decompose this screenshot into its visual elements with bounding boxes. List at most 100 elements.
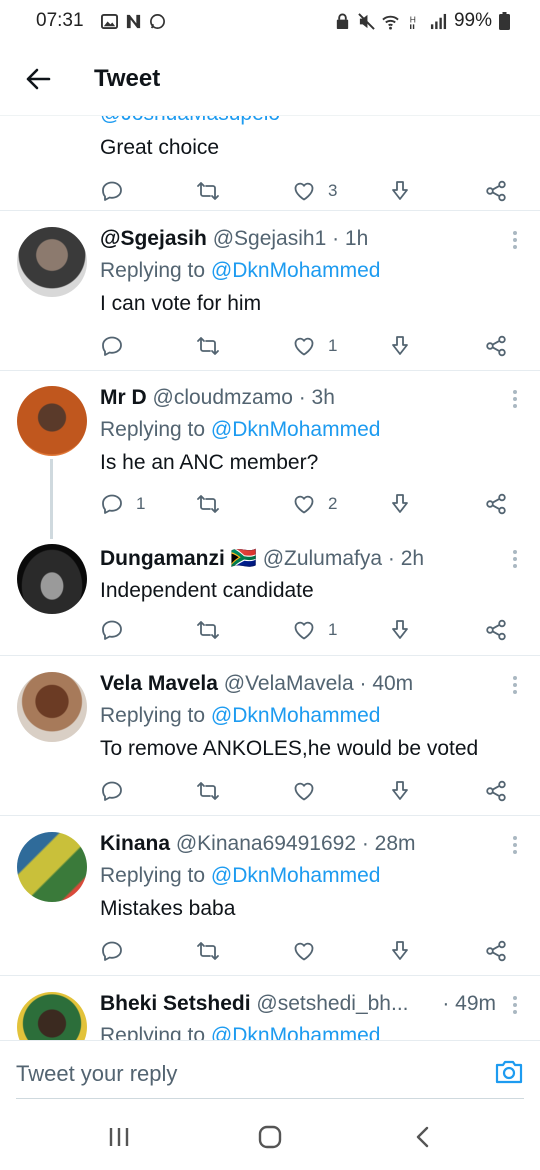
downvote-button[interactable]	[388, 489, 412, 519]
tweet-actions	[100, 936, 520, 966]
replying-to: Replying to @DknMohammed	[100, 864, 381, 887]
more-options-icon[interactable]	[512, 676, 518, 696]
signal-icon	[430, 13, 447, 29]
tweet-reply[interactable]: Vela Mavela @VelaMavela · 40m Replying t…	[0, 656, 540, 816]
h-plus-icon: H	[410, 14, 416, 29]
downvote-button[interactable]	[388, 331, 412, 361]
more-options-icon[interactable]	[512, 836, 518, 856]
page-title: Tweet	[94, 64, 161, 92]
like-button[interactable]: 3	[292, 176, 337, 206]
nav-back-button[interactable]	[410, 1124, 434, 1150]
retweet-icon	[197, 182, 219, 200]
tweet-author[interactable]: Dungamanzi 🇿🇦 @Zulumafya · 2h	[100, 547, 490, 571]
like-button[interactable]: 2	[292, 489, 337, 519]
mention-link[interactable]: @DknMohammed	[211, 704, 381, 727]
downvote-button[interactable]	[388, 936, 412, 966]
downvote-button[interactable]	[388, 176, 412, 206]
reply-button[interactable]	[100, 615, 136, 645]
avatar[interactable]	[17, 992, 87, 1040]
heart-icon	[294, 337, 314, 356]
avatar[interactable]	[17, 227, 87, 297]
retweet-button[interactable]	[196, 776, 220, 806]
camera-button[interactable]	[494, 1059, 524, 1090]
share-button[interactable]	[484, 776, 508, 806]
mention-link[interactable]: @DknMohammed	[211, 418, 381, 441]
share-icon	[486, 780, 506, 802]
downvote-button[interactable]	[388, 776, 412, 806]
tweet-reply[interactable]: Kinana @Kinana69491692 · 28m Replying to…	[0, 816, 540, 976]
share-button[interactable]	[484, 936, 508, 966]
reply-count: 1	[136, 494, 146, 513]
reply-icon	[102, 781, 122, 801]
downvote-button[interactable]	[388, 615, 412, 645]
mention-link[interactable]: @DknMohammed	[211, 259, 381, 282]
more-options-icon[interactable]	[512, 996, 518, 1016]
arrow-left-icon	[26, 68, 51, 89]
gallery-icon	[100, 13, 118, 29]
replying-to: Replying to @DknMohammed	[100, 418, 381, 441]
tweet-author[interactable]: Vela Mavela @VelaMavela · 40m	[100, 672, 490, 696]
arrow-down-icon	[392, 620, 408, 639]
tweet-reply[interactable]: @Sgejasih @Sgejasih1 · 1h Replying to @D…	[0, 211, 540, 371]
more-options-icon[interactable]	[512, 231, 518, 251]
share-icon	[486, 335, 506, 357]
like-button[interactable]	[292, 776, 328, 806]
reply-icon	[102, 620, 122, 640]
tweet-author[interactable]: Mr D @cloudmzamo · 3h	[100, 386, 490, 410]
share-icon	[486, 940, 506, 962]
retweet-button[interactable]	[196, 489, 220, 519]
retweet-button[interactable]	[196, 331, 220, 361]
share-button[interactable]	[484, 615, 508, 645]
whatsapp-icon	[149, 13, 165, 29]
mute-icon	[358, 12, 375, 30]
system-nav-bar	[0, 1104, 540, 1170]
share-button[interactable]	[484, 489, 508, 519]
avatar[interactable]	[17, 544, 87, 614]
home-button[interactable]	[257, 1124, 283, 1150]
reply-icon	[102, 336, 122, 356]
tweet-time: · 49m	[442, 992, 496, 1015]
share-button[interactable]	[484, 176, 508, 206]
share-button[interactable]	[484, 331, 508, 361]
mention-link[interactable]: @DknMohammed	[211, 864, 381, 887]
top-app-bar: Tweet	[0, 42, 540, 116]
like-count: 2	[328, 494, 338, 513]
more-options-icon[interactable]	[512, 390, 518, 410]
camera-icon	[495, 1060, 523, 1084]
tweet-reply[interactable]: Bheki Setshedi @setshedi_bh... · 49m Rep…	[0, 976, 540, 1040]
recents-button[interactable]	[106, 1124, 132, 1150]
reply-button[interactable]: 1	[100, 489, 145, 519]
tweet-text: Independent candidate	[100, 579, 314, 602]
like-button[interactable]	[292, 936, 328, 966]
reply-composer[interactable]: Tweet your reply	[0, 1040, 540, 1098]
clipped-handle[interactable]: @JoshuaMasupelo	[100, 116, 280, 126]
mention-link[interactable]: @DknMohammed	[211, 1024, 381, 1040]
thread-connector	[50, 459, 53, 539]
composer-divider	[16, 1098, 524, 1099]
tweet-author[interactable]: @Sgejasih @Sgejasih1 · 1h	[100, 227, 490, 251]
retweet-button[interactable]	[196, 615, 220, 645]
tweet-author[interactable]: Bheki Setshedi @setshedi_bh...	[100, 992, 440, 1016]
like-button[interactable]: 1	[292, 331, 337, 361]
tweet-reply[interactable]: Mr D @cloudmzamo · 3h Replying to @DknMo…	[0, 371, 540, 539]
like-button[interactable]: 1	[292, 615, 337, 645]
avatar[interactable]	[17, 832, 87, 902]
retweet-button[interactable]	[196, 936, 220, 966]
more-options-icon[interactable]	[512, 550, 518, 570]
avatar[interactable]	[17, 672, 87, 742]
retweet-button[interactable]	[196, 176, 220, 206]
back-button[interactable]	[0, 42, 76, 116]
retweet-icon	[197, 495, 219, 513]
reply-button[interactable]	[100, 331, 136, 361]
reply-input[interactable]: Tweet your reply	[16, 1061, 177, 1087]
avatar[interactable]	[17, 386, 87, 456]
replies-feed[interactable]: @JoshuaMasupelo Great choice 3 @Sgejasih…	[0, 116, 540, 1040]
retweet-icon	[197, 942, 219, 960]
reply-button[interactable]	[100, 776, 136, 806]
tweet-clipped-top[interactable]: @JoshuaMasupelo Great choice 3	[0, 116, 540, 211]
reply-button[interactable]	[100, 936, 136, 966]
reply-button[interactable]	[100, 176, 124, 206]
tweet-author[interactable]: Kinana @Kinana69491692 · 28m	[100, 832, 490, 856]
tweet-reply[interactable]: Dungamanzi 🇿🇦 @Zulumafya · 2h Independen…	[0, 531, 540, 656]
flag-emoji: 🇿🇦	[230, 547, 257, 570]
